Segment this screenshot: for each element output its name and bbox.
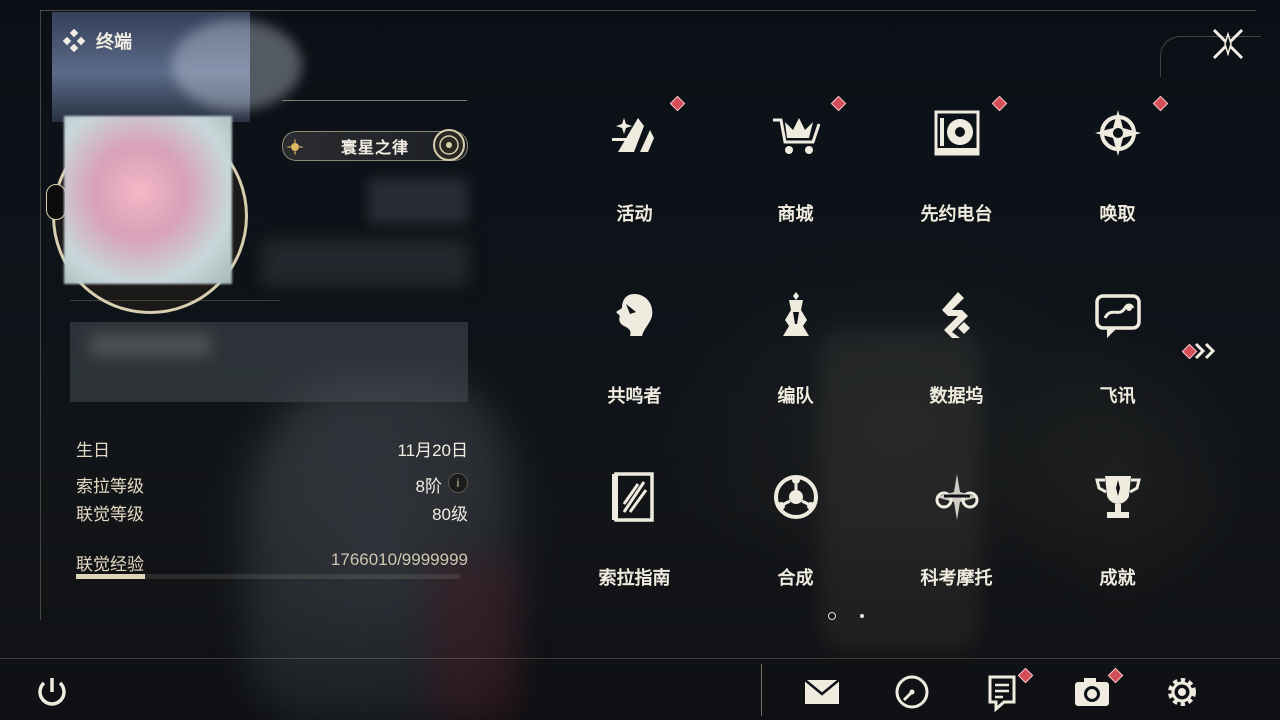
menu-item-shop[interactable]: 商城 xyxy=(715,90,876,272)
union-level-label: 联觉等级 xyxy=(76,505,144,524)
stat-row-sola-level: 索拉等级 8阶 i xyxy=(76,472,468,496)
camera-icon xyxy=(1075,678,1109,706)
menu-item-label: 合成 xyxy=(777,568,814,588)
resonator-head-icon xyxy=(616,294,653,336)
menu-item-messages[interactable]: 飞讯 xyxy=(1037,272,1198,454)
team-chess-icon xyxy=(783,292,809,336)
guidebook-icon xyxy=(612,472,654,522)
notification-badge xyxy=(991,95,1008,112)
profile-divider xyxy=(70,300,280,301)
page-dot-active[interactable] xyxy=(828,612,836,620)
clock-icon xyxy=(895,675,929,709)
menu-item-resonators[interactable]: 共鸣者 xyxy=(554,272,715,454)
close-button[interactable] xyxy=(1208,24,1248,64)
menu-grid: 活动 商城 先约电台 唤取 共鸣者 编队 数据坞 飞讯 索拉指南 合成 科考摩托… xyxy=(554,90,1198,620)
union-exp-label: 联觉经验 xyxy=(76,555,144,574)
union-exp-bar-fill xyxy=(76,574,146,579)
menu-item-label: 飞讯 xyxy=(1099,386,1136,406)
convene-compass-icon xyxy=(1095,110,1141,156)
mail-icon xyxy=(804,679,840,704)
data-bank-icon xyxy=(942,292,970,338)
menu-item-motorcycle[interactable]: 科考摩托 xyxy=(876,454,1037,636)
avatar-side-knob xyxy=(46,184,66,220)
frame-left-line xyxy=(40,10,41,620)
menu-item-guidebook[interactable]: 索拉指南 xyxy=(554,454,715,636)
stat-row-union-exp: 联觉经验 1766010/9999999 xyxy=(76,550,468,574)
menu-item-label: 唤取 xyxy=(1099,204,1136,224)
menu-item-achievements[interactable]: 成就 xyxy=(1037,454,1198,636)
bottom-bar-separator xyxy=(761,664,762,716)
menu-item-data-bank[interactable]: 数据坞 xyxy=(876,272,1037,454)
events-icon xyxy=(612,118,654,152)
birthday-value: 11月20日 xyxy=(397,441,468,460)
radio-icon xyxy=(934,110,980,156)
menu-item-label: 数据坞 xyxy=(929,386,984,406)
redacted-name xyxy=(368,178,468,224)
union-level-value: 80级 xyxy=(432,505,468,524)
menu-item-radio[interactable]: 先约电台 xyxy=(876,90,1037,272)
redacted-signature xyxy=(90,334,210,356)
menu-item-label: 索拉指南 xyxy=(598,568,671,588)
camera-button[interactable] xyxy=(1072,667,1124,712)
notes-icon xyxy=(988,675,1016,713)
orbit-emblem-icon xyxy=(433,129,465,161)
birthday-label: 生日 xyxy=(76,441,110,460)
menu-item-label: 先约电台 xyxy=(920,204,993,224)
motorcycle-icon xyxy=(935,474,979,520)
page-indicator xyxy=(826,612,876,622)
trophy-icon xyxy=(1095,476,1141,518)
union-exp-value: 1766010/9999999 xyxy=(330,550,468,569)
page-header: 终端 xyxy=(62,28,132,54)
union-exp-bar xyxy=(76,574,460,579)
menu-item-label: 共鸣者 xyxy=(607,386,662,406)
menu-item-events[interactable]: 活动 xyxy=(554,90,715,272)
menu-item-label: 编队 xyxy=(777,386,814,406)
sola-level-label: 索拉等级 xyxy=(76,477,144,496)
menu-item-convene[interactable]: 唤取 xyxy=(1037,90,1198,272)
notes-button[interactable] xyxy=(982,667,1034,713)
page-title: 终端 xyxy=(96,32,132,52)
sun-emblem-icon xyxy=(286,138,304,156)
shop-cart-icon xyxy=(773,118,821,154)
next-page-button[interactable] xyxy=(1180,340,1220,362)
title-badge-label: 寰星之律 xyxy=(340,140,409,157)
title-divider xyxy=(282,100,467,101)
mail-button[interactable] xyxy=(802,672,842,712)
settings-button[interactable] xyxy=(1162,672,1202,712)
clock-button[interactable] xyxy=(892,672,932,712)
notification-badge xyxy=(830,95,847,112)
menu-item-label: 科考摩托 xyxy=(920,568,993,588)
power-icon xyxy=(38,678,66,706)
terminal-diamond-icon xyxy=(62,29,86,53)
double-chevron-right-icon xyxy=(1194,342,1216,360)
frame-top-line xyxy=(40,10,1256,11)
notification-badge xyxy=(669,95,686,112)
power-button[interactable] xyxy=(34,674,70,710)
notification-badge xyxy=(1152,95,1169,112)
synthesis-icon xyxy=(774,475,818,519)
menu-item-label: 活动 xyxy=(616,204,653,224)
redacted-id xyxy=(262,240,468,286)
chat-message-icon xyxy=(1095,294,1141,338)
stat-row-birthday: 生日 11月20日 xyxy=(76,436,468,460)
sola-level-value: 8阶 xyxy=(415,477,442,496)
avatar[interactable] xyxy=(64,116,232,284)
page-dot[interactable] xyxy=(860,614,864,618)
menu-item-synthesis[interactable]: 合成 xyxy=(715,454,876,636)
menu-item-label: 商城 xyxy=(777,204,814,224)
close-icon xyxy=(1212,28,1244,60)
stat-row-union-level: 联觉等级 80级 xyxy=(76,500,468,524)
settings-gear-icon xyxy=(1168,678,1196,706)
menu-item-label: 成就 xyxy=(1099,568,1136,588)
menu-item-team[interactable]: 编队 xyxy=(715,272,876,454)
info-icon[interactable]: i xyxy=(448,473,468,493)
bottom-bar-divider xyxy=(0,658,1280,659)
